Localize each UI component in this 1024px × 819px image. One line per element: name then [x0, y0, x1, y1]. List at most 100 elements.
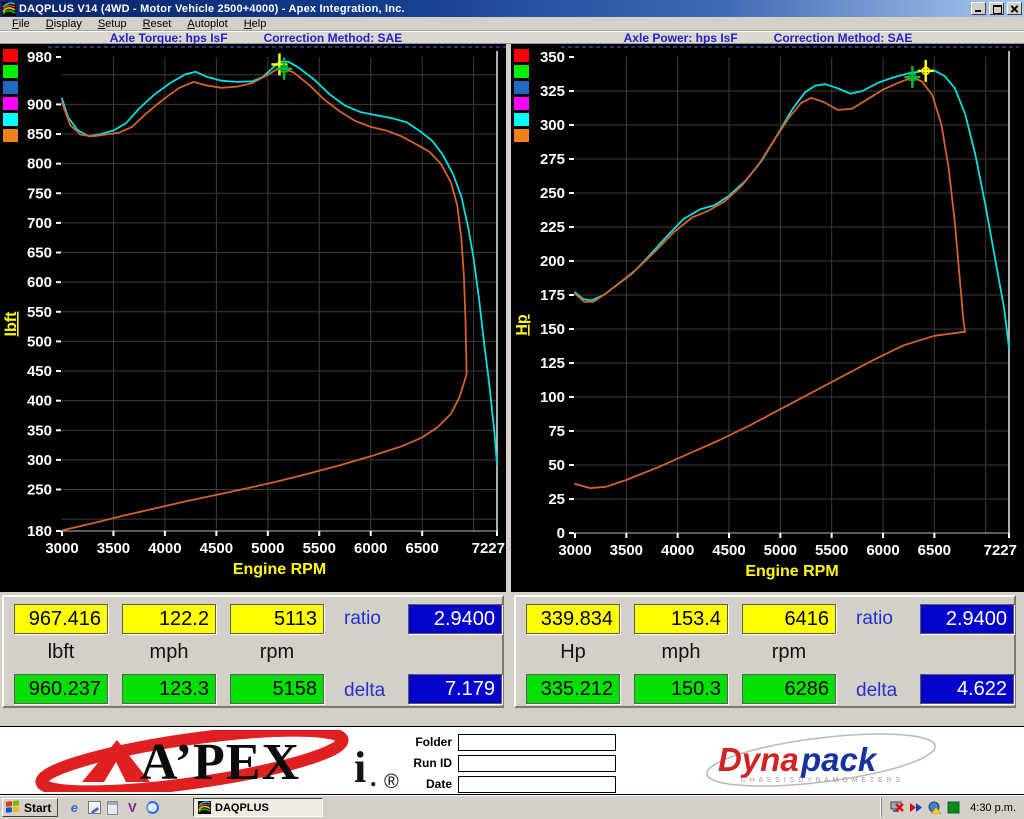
x-tick-label: 5000: [764, 542, 797, 559]
legend-swatch: [514, 113, 529, 126]
app-icon: [2, 2, 16, 16]
power-cursor-rpm: 6416: [742, 604, 836, 634]
x-tick-label: 3000: [558, 542, 591, 559]
y-tick-label: 650: [27, 245, 52, 262]
menu-setup[interactable]: Setup: [90, 18, 135, 30]
menu-reset[interactable]: Reset: [135, 18, 180, 30]
power-plot[interactable]: 0255075100125150175200225250275300325350…: [511, 44, 1024, 592]
y-tick-label: 250: [27, 482, 52, 499]
x-tick-label: 4500: [200, 540, 233, 557]
dynapack-logo: Dyna pack C H A S S I S D Y N A M O M E …: [696, 733, 946, 791]
torque-plot[interactable]: 1802503003504004505005506006507007508008…: [0, 44, 506, 592]
quick-launch: e V: [66, 800, 159, 816]
x-tick-label: 6500: [918, 542, 951, 559]
v-app-icon[interactable]: V: [124, 800, 140, 816]
x-tick-label: 5000: [251, 540, 284, 557]
series-power-current: [575, 71, 1009, 348]
y-tick-label: 0: [557, 525, 565, 542]
menu-bar: File Display Setup Reset Autoplot Help: [0, 17, 1024, 31]
y-tick-label: 325: [540, 83, 565, 100]
document-icon[interactable]: [107, 801, 118, 815]
y-tick-label: 250: [540, 185, 565, 202]
torque-chart-title: Axle Torque: hps IsF: [110, 32, 228, 43]
legend-swatch: [514, 49, 529, 62]
y-tick-label: 500: [27, 333, 52, 350]
y-tick-label: 900: [27, 96, 52, 113]
power-delta-value: 4.622: [920, 674, 1014, 704]
y-axis-title: Hp: [514, 314, 531, 336]
x-axis-title: Engine RPM: [745, 563, 838, 580]
menu-file[interactable]: File: [4, 18, 38, 30]
x-tick-label: 5500: [815, 542, 848, 559]
power-chart-header: Axle Power: hps IsF Correction Method: S…: [512, 32, 1024, 43]
torque-chart: 1802503003504004505005506006507007508008…: [0, 44, 506, 592]
x-tick-label: 7227: [472, 540, 505, 557]
apexi-logo: A’PEX i . ®: [22, 730, 422, 792]
y-tick-label: 980: [27, 49, 52, 66]
close-button[interactable]: [1007, 2, 1022, 15]
minimize-button[interactable]: [971, 2, 986, 15]
legend-swatch: [3, 49, 18, 62]
title-bar[interactable]: DAQPLUS V14 (4WD - Motor Vehicle 2500+40…: [0, 0, 1024, 17]
taskbar: Start e V DAQPLUS: [0, 795, 1024, 819]
legend-swatch: [3, 129, 18, 142]
x-tick-label: 3500: [97, 540, 130, 557]
y-tick-label: 300: [27, 452, 52, 469]
legend-swatch: [514, 65, 529, 78]
power-unit-label: Hp: [526, 641, 620, 664]
power-ratio-label: ratio: [856, 608, 893, 630]
torque-chart-header: Axle Torque: hps IsF Correction Method: …: [0, 32, 512, 43]
x-tick-label: 7227: [984, 542, 1017, 559]
menu-display[interactable]: Display: [38, 18, 90, 30]
app-icon: [198, 801, 211, 814]
start-button[interactable]: Start: [2, 798, 58, 817]
folder-label: Folder: [392, 735, 458, 749]
rpm-unit-label: rpm: [230, 641, 324, 664]
torque-ratio-label: ratio: [344, 608, 381, 630]
y-tick-label: 75: [548, 423, 565, 440]
restore-button[interactable]: [989, 2, 1004, 15]
y-axis-title: lbft: [3, 311, 20, 337]
y-tick-label: 600: [27, 274, 52, 291]
spacer: [0, 711, 1024, 726]
transfer-arrows-icon[interactable]: [909, 801, 923, 814]
torque-correction-method: Correction Method: SAE: [264, 32, 403, 43]
clock: 4:30 p.m.: [966, 802, 1016, 814]
legend-swatch: [3, 97, 18, 110]
power-cursor-mph: 153.4: [634, 604, 728, 634]
torque-unit-label: lbft: [14, 641, 108, 664]
messenger-icon[interactable]: [146, 801, 159, 814]
y-tick-label: 750: [27, 185, 52, 202]
chart-header-bar: Axle Torque: hps IsF Correction Method: …: [0, 31, 1024, 44]
y-tick-label: 50: [548, 457, 565, 474]
run-id-input[interactable]: [458, 755, 616, 772]
torque-cursor-rpm: 5113: [230, 604, 324, 634]
date-input[interactable]: [458, 776, 616, 793]
x-tick-label: 3500: [610, 542, 643, 559]
daqplus-task-button[interactable]: DAQPLUS: [193, 798, 323, 817]
connection-warning-icon[interactable]: [928, 801, 942, 814]
task-button-label: DAQPLUS: [215, 802, 269, 814]
folder-input[interactable]: [458, 734, 616, 751]
y-tick-label: 350: [27, 422, 52, 439]
x-tick-label: 6000: [866, 542, 899, 559]
menu-help[interactable]: Help: [236, 18, 275, 30]
status-green-icon[interactable]: [947, 801, 961, 814]
x-tick-label: 3000: [45, 540, 78, 557]
power-ref-mph: 150.3: [634, 674, 728, 704]
run-info-form: Folder Run ID Date: [392, 732, 616, 795]
system-tray: 4:30 p.m.: [881, 798, 1022, 817]
power-correction-method: Correction Method: SAE: [774, 32, 913, 43]
internet-explorer-icon[interactable]: e: [66, 800, 82, 816]
network-error-icon[interactable]: [890, 801, 904, 814]
x-axis-title: Engine RPM: [233, 561, 326, 578]
rpm-unit-label: rpm: [742, 641, 836, 664]
menu-autoplot[interactable]: Autoplot: [179, 18, 235, 30]
x-tick-label: 4500: [712, 542, 745, 559]
x-tick-label: 6000: [354, 540, 387, 557]
y-tick-label: 125: [540, 355, 565, 372]
power-ref-rpm: 6286: [742, 674, 836, 704]
y-tick-label: 700: [27, 215, 52, 232]
date-label: Date: [392, 777, 458, 791]
show-desktop-icon[interactable]: [88, 801, 101, 814]
